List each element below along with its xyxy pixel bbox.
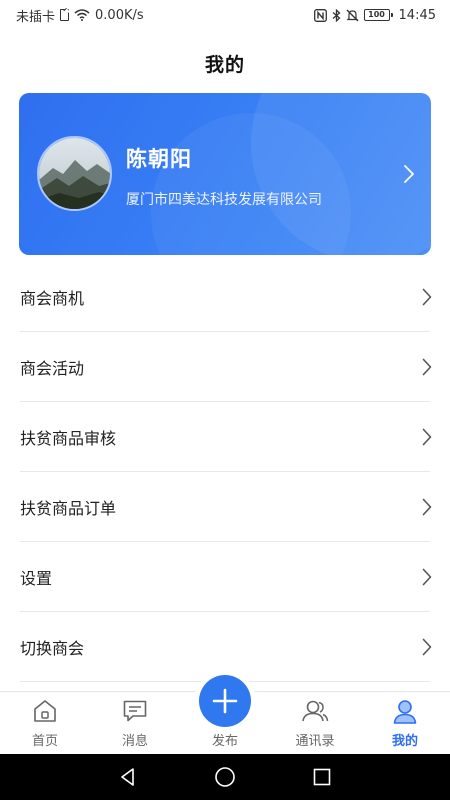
chevron-right-icon — [422, 428, 432, 446]
menu-item-product-orders[interactable]: 扶贫商品订单 — [0, 472, 450, 542]
recents-button[interactable] — [302, 757, 342, 797]
tab-messages[interactable]: 消息 — [90, 692, 180, 754]
chevron-right-icon — [422, 498, 432, 516]
avatar[interactable] — [37, 136, 112, 211]
menu-item-label: 扶贫商品审核 — [20, 429, 117, 448]
carrier-text: 未插卡 — [16, 9, 56, 25]
chevron-right-icon — [403, 164, 415, 188]
menu-item-label: 扶贫商品订单 — [20, 499, 117, 518]
menu-item-chamber-events[interactable]: 商会活动 — [0, 332, 450, 402]
home-icon — [32, 699, 58, 727]
profile-name: 陈朝阳 — [126, 147, 192, 171]
status-left: 未插卡 0.00K/s — [16, 6, 144, 25]
plus-icon — [212, 688, 238, 714]
tab-contacts[interactable]: 通讯录 — [270, 692, 360, 754]
menu-item-label: 商会活动 — [20, 359, 85, 378]
menu-item-product-review[interactable]: 扶贫商品审核 — [0, 402, 450, 472]
tab-label: 发布 — [211, 734, 238, 749]
menu-item-label: 商会商机 — [20, 289, 85, 308]
publish-button[interactable] — [199, 675, 251, 727]
wifi-icon — [74, 9, 90, 21]
system-nav-bar — [0, 754, 450, 800]
chevron-right-icon — [422, 288, 432, 306]
sim-card-icon — [60, 9, 70, 21]
menu-item-label: 切换商会 — [20, 639, 85, 658]
network-speed: 0.00K/s — [95, 7, 144, 23]
chevron-right-icon — [422, 568, 432, 586]
tab-home[interactable]: 首页 — [0, 692, 90, 754]
nfc-icon — [313, 8, 327, 22]
menu-item-switch-chamber[interactable]: 切换商会 — [0, 612, 450, 682]
back-triangle-icon — [121, 768, 135, 786]
status-right: 100 14:45 — [313, 7, 436, 23]
menu-item-label: 设置 — [20, 569, 53, 588]
tab-label: 消息 — [121, 734, 148, 749]
status-bar: 未插卡 0.00K/s 100 14:45 — [0, 0, 450, 30]
tab-label: 我的 — [391, 734, 418, 749]
page-title: 我的 — [204, 54, 245, 76]
tab-label: 首页 — [31, 734, 58, 749]
menu-item-settings[interactable]: 设置 — [0, 542, 450, 612]
battery-icon: 100 — [363, 9, 393, 21]
chevron-right-icon — [422, 358, 432, 376]
back-button[interactable] — [108, 757, 148, 797]
bluetooth-icon — [332, 8, 341, 22]
tab-mine[interactable]: 我的 — [360, 692, 450, 754]
profile-company: 厦门市四美达科技发展有限公司 — [126, 192, 322, 208]
tab-label: 通讯录 — [295, 734, 335, 749]
home-button[interactable] — [205, 757, 245, 797]
home-circle-icon — [215, 767, 235, 787]
user-icon — [392, 699, 418, 729]
clock: 14:45 — [398, 7, 436, 23]
menu-item-business-opportunities[interactable]: 商会商机 — [0, 262, 450, 332]
recents-square-icon — [313, 768, 330, 786]
message-icon — [122, 699, 148, 727]
chevron-right-icon — [422, 638, 432, 656]
profile-card[interactable]: 陈朝阳 厦门市四美达科技发展有限公司 — [19, 93, 431, 255]
menu-list: 商会商机 商会活动 扶贫商品审核 扶贫商品订单 设置 切换商会 — [0, 262, 450, 682]
contacts-icon — [301, 699, 329, 727]
bell-off-icon — [346, 9, 359, 22]
